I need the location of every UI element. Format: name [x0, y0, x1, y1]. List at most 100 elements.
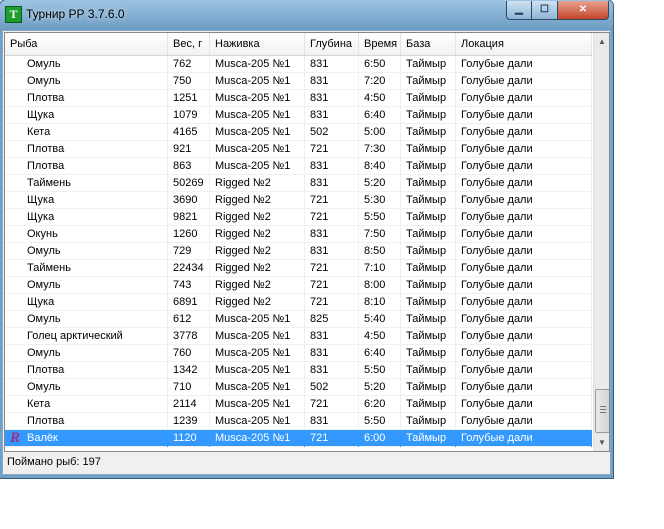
cell-depth: 831: [305, 226, 359, 243]
table-row[interactable]: Плотва 1239 Musca-205 №1 831 5:50 Таймыр Голуб…: [5, 413, 592, 430]
cell-location: Голубые дали: [456, 345, 592, 362]
cell-location: Голубые дали: [456, 430, 592, 447]
table-row[interactable]: Щука 9821 Rigged №2 721 5:50 Таймыр Голубые да…: [5, 209, 592, 226]
cell-weight: 3690: [168, 192, 210, 209]
close-button[interactable]: ✕: [557, 1, 609, 20]
cell-weight: 1260: [168, 226, 210, 243]
cell-fish: Омуль: [5, 277, 168, 294]
table-row[interactable]: Окунь 1260 Rigged №2 831 7:50 Таймыр Голубые д…: [5, 226, 592, 243]
cell-fish: Омуль: [5, 345, 168, 362]
cell-location: Голубые дали: [456, 226, 592, 243]
cell-weight: 760: [168, 345, 210, 362]
cell-bait: Rigged №2: [210, 192, 305, 209]
table-row[interactable]: Щука 3690 Rigged №2 721 5:30 Таймыр Голубые да…: [5, 192, 592, 209]
cell-location: Голубые дали: [456, 243, 592, 260]
cell-fish: Окунь: [5, 226, 168, 243]
cell-weight: 1342: [168, 362, 210, 379]
cell-location: Голубые дали: [456, 73, 592, 90]
table-row[interactable]: Таймень 50269 Rigged №2 831 5:20 Таймыр Голубы…: [5, 175, 592, 192]
cell-time: 8:40: [359, 158, 401, 175]
cell-base: Таймыр: [401, 294, 456, 311]
cell-fish: Омуль: [5, 379, 168, 396]
cell-time: 4:50: [359, 90, 401, 107]
cell-time: 7:30: [359, 141, 401, 158]
cell-time: 5:50: [359, 209, 401, 226]
title-bar[interactable]: T Турнир РР 3.7.6.0 ▁ ☐ ✕: [0, 0, 613, 30]
column-header-location[interactable]: Локация: [456, 33, 592, 55]
cell-location: Голубые дали: [456, 379, 592, 396]
table-row[interactable]: Омуль 750 Musca-205 №1 831 7:20 Таймыр Голубые…: [5, 73, 592, 90]
table-row[interactable]: Щука 1079 Musca-205 №1 831 6:40 Таймыр Голубые…: [5, 107, 592, 124]
cell-bait: Musca-205 №1: [210, 73, 305, 90]
cell-bait: Musca-205 №1: [210, 107, 305, 124]
table-row[interactable]: Омуль 729 Rigged №2 831 8:50 Таймыр Голубые да…: [5, 243, 592, 260]
cell-bait: Musca-205 №1: [210, 311, 305, 328]
cell-base: Таймыр: [401, 90, 456, 107]
table-row[interactable]: Омуль 762 Musca-205 №1 831 6:50 Таймыр Голубые…: [5, 56, 592, 73]
table-row[interactable]: Омуль 710 Musca-205 №1 502 5:20 Таймыр Голубые…: [5, 379, 592, 396]
scroll-down-arrow-icon[interactable]: ▼: [594, 434, 609, 451]
column-header-weight[interactable]: Вес, г: [168, 33, 210, 55]
cell-fish: Таймень: [5, 175, 168, 192]
cell-bait: Rigged №2: [210, 243, 305, 260]
column-header-bait[interactable]: Наживка: [210, 33, 305, 55]
cell-location: Голубые дали: [456, 209, 592, 226]
table-row[interactable]: Кета 4165 Musca-205 №1 502 5:00 Таймыр Голубые…: [5, 124, 592, 141]
cell-base: Таймыр: [401, 379, 456, 396]
cell-time: 5:50: [359, 413, 401, 430]
cell-bait: Musca-205 №1: [210, 345, 305, 362]
cell-weight: 9821: [168, 209, 210, 226]
cell-fish: Щука: [5, 294, 168, 311]
vertical-scrollbar[interactable]: ▲ ▼: [593, 33, 609, 451]
cell-depth: 831: [305, 73, 359, 90]
table-row[interactable]: Плотва 863 Musca-205 №1 831 8:40 Таймыр Голубы…: [5, 158, 592, 175]
table-row[interactable]: Плотва 921 Musca-205 №1 721 7:30 Таймыр Голубы…: [5, 141, 592, 158]
cell-base: Таймыр: [401, 311, 456, 328]
cell-base: Таймыр: [401, 141, 456, 158]
cell-bait: Musca-205 №1: [210, 90, 305, 107]
cell-base: Таймыр: [401, 107, 456, 124]
cell-time: 7:50: [359, 226, 401, 243]
maximize-button[interactable]: ☐: [531, 1, 558, 20]
table-row[interactable]: Плотва 1251 Musca-205 №1 831 4:50 Таймыр Голуб…: [5, 90, 592, 107]
cell-fish: Щука: [5, 192, 168, 209]
minimize-button[interactable]: ▁: [506, 1, 532, 20]
scroll-up-arrow-icon[interactable]: ▲: [594, 33, 609, 50]
cell-fish: Таймень: [5, 260, 168, 277]
table-row[interactable]: Омуль 760 Musca-205 №1 831 6:40 Таймыр Голубые…: [5, 345, 592, 362]
cell-weight: 3778: [168, 328, 210, 345]
cell-fish: Щука: [5, 107, 168, 124]
cell-bait: Musca-205 №1: [210, 413, 305, 430]
cell-base: Таймыр: [401, 73, 456, 90]
cell-bait: Musca-205 №1: [210, 396, 305, 413]
table-row[interactable]: Омуль 612 Musca-205 №1 825 5:40 Таймыр Голубые…: [5, 311, 592, 328]
list-rows: Омуль 762 Musca-205 №1 831 6:50 Таймыр Голубые…: [5, 56, 592, 447]
column-header-depth[interactable]: Глубина: [305, 33, 359, 55]
scroll-thumb[interactable]: [595, 389, 609, 433]
table-row[interactable]: Щука 6891 Rigged №2 721 8:10 Таймыр Голубые да…: [5, 294, 592, 311]
cell-time: 6:40: [359, 345, 401, 362]
table-row[interactable]: Таймень 22434 Rigged №2 721 7:10 Таймыр Голубы…: [5, 260, 592, 277]
cell-base: Таймыр: [401, 226, 456, 243]
cell-fish: Омуль: [5, 73, 168, 90]
app-window: T Турнир РР 3.7.6.0 ▁ ☐ ✕ Рыба Вес, г Нажи…: [0, 0, 613, 478]
cell-time: 8:50: [359, 243, 401, 260]
table-row[interactable]: Кета 2114 Musca-205 №1 721 6:20 Таймыр Голубые…: [5, 396, 592, 413]
cell-weight: 710: [168, 379, 210, 396]
column-header-time[interactable]: Время: [359, 33, 401, 55]
column-header-fish[interactable]: Рыба: [5, 33, 168, 55]
cell-fish: Омуль: [5, 56, 168, 73]
list-header: Рыба Вес, г Наживка Глубина Время База Локация: [5, 33, 592, 56]
cell-location: Голубые дали: [456, 56, 592, 73]
table-row[interactable]: Плотва 1342 Musca-205 №1 831 5:50 Таймыр Голуб…: [5, 362, 592, 379]
table-row[interactable]: Валёк 1120 Musca-205 №1 721 6:00 Таймыр Голубы…: [5, 430, 592, 447]
cell-location: Голубые дали: [456, 107, 592, 124]
cell-base: Таймыр: [401, 124, 456, 141]
table-row[interactable]: Голец арктический 3778 Musca-205 №1 831 4:50…: [5, 328, 592, 345]
cell-base: Таймыр: [401, 260, 456, 277]
cell-base: Таймыр: [401, 345, 456, 362]
status-bar-text: Поймано рыб: 197: [7, 456, 101, 468]
catch-list[interactable]: Рыба Вес, г Наживка Глубина Время База Локация…: [4, 32, 610, 452]
column-header-base[interactable]: База: [401, 33, 456, 55]
table-row[interactable]: Омуль 743 Rigged №2 721 8:00 Таймыр Голубые да…: [5, 277, 592, 294]
